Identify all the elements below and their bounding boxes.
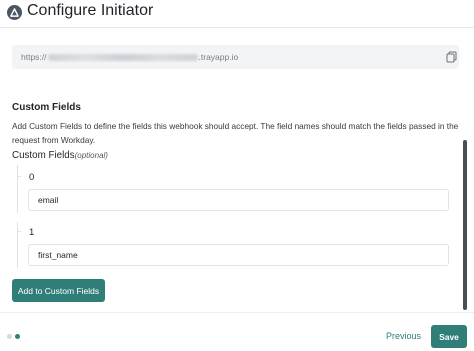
webhook-url-field[interactable]: https:// .trayapp.io [12, 45, 459, 69]
copy-icon[interactable] [446, 51, 457, 63]
custom-fields-description: Add Custom Fields to define the fields t… [12, 121, 459, 145]
webhook-url-text: https:// .trayapp.io [21, 52, 238, 62]
step-indicator-dot-active [15, 334, 20, 339]
scrollbar[interactable] [463, 140, 467, 310]
custom-field-input[interactable] [28, 244, 449, 266]
tree-connector [17, 231, 21, 232]
custom-field-index: 0 [29, 172, 35, 183]
tray-logo-icon [7, 5, 22, 20]
webhook-url-prefix: https:// [21, 52, 47, 62]
custom-fields-heading: Custom Fields [12, 102, 81, 113]
page-header: Configure Initiator [0, 0, 474, 28]
footer-divider [0, 312, 474, 313]
save-button[interactable]: Save [431, 325, 467, 348]
custom-fields-label-text: Custom Fields [12, 150, 75, 161]
add-to-custom-fields-button[interactable]: Add to Custom Fields [12, 279, 105, 302]
optional-label: (optional) [74, 151, 108, 160]
previous-button[interactable]: Previous [386, 331, 421, 341]
webhook-url-suffix: .trayapp.io [198, 52, 239, 62]
custom-field-index: 1 [29, 227, 35, 238]
webhook-url-redacted [47, 54, 198, 62]
tree-connector [17, 176, 21, 177]
custom-field-input[interactable] [28, 189, 449, 211]
custom-fields-label: Custom Fields(optional) [12, 150, 108, 161]
tree-connector [17, 165, 18, 213]
page-title: Configure Initiator [27, 2, 154, 19]
tree-connector [17, 222, 18, 268]
step-indicator-dot [7, 334, 12, 339]
